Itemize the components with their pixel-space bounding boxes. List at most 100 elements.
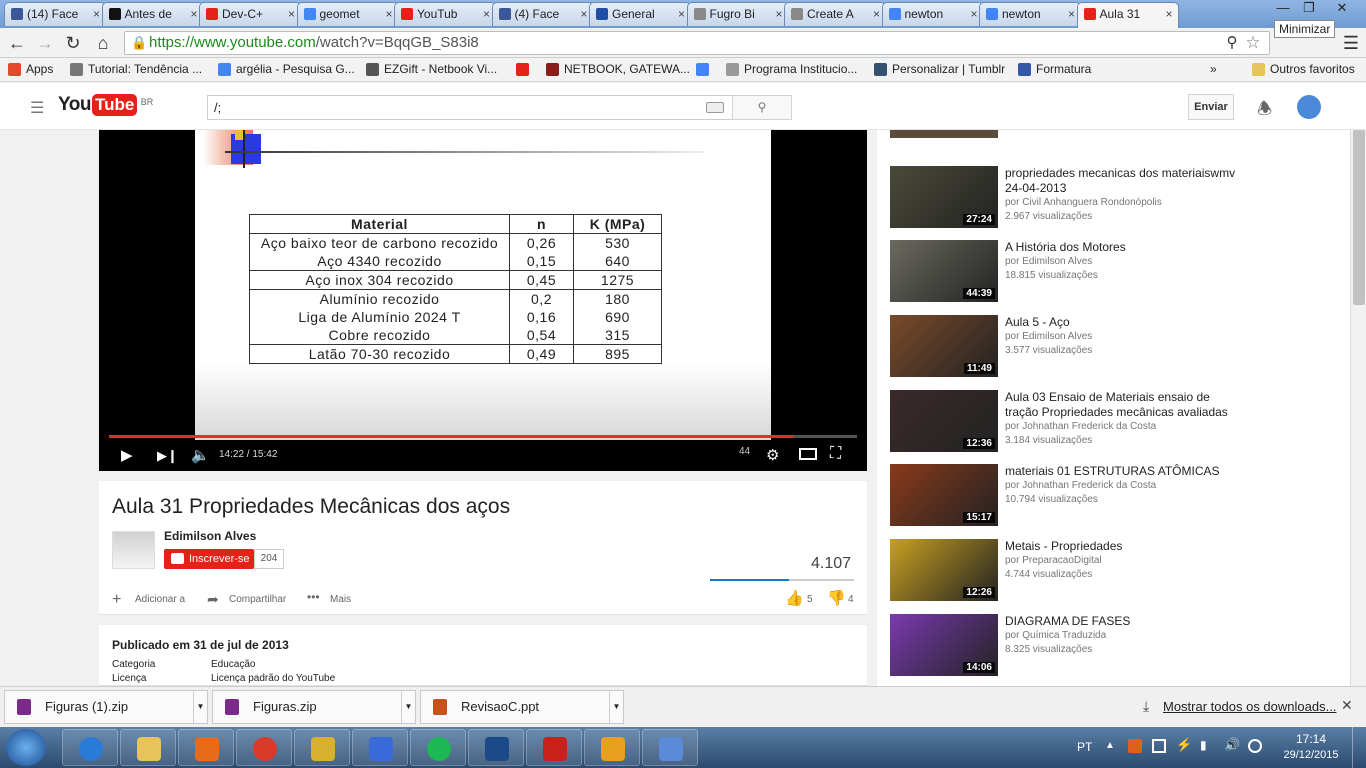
tab-close-icon[interactable]: × xyxy=(483,3,490,25)
tab-close-icon[interactable]: × xyxy=(385,3,392,25)
keyboard-icon[interactable] xyxy=(706,102,724,113)
start-button[interactable] xyxy=(6,729,46,766)
category-value[interactable]: Educação xyxy=(211,659,255,670)
download-item[interactable]: Figuras.zip ▼ xyxy=(212,690,416,724)
tray-power-icon[interactable]: ⚡ xyxy=(1176,737,1192,753)
taskbar-outlook-button[interactable] xyxy=(584,729,640,766)
add-icon[interactable]: + xyxy=(112,591,121,609)
taskbar-paint-button[interactable] xyxy=(642,729,698,766)
play-icon[interactable]: ▶ xyxy=(121,446,133,464)
show-all-downloads-link[interactable]: Mostrar todos os downloads... xyxy=(1163,699,1336,714)
subscribe-button[interactable]: Inscrever-se xyxy=(164,549,254,569)
bookmark-item[interactable]: Formatura xyxy=(1018,62,1091,76)
taskbar-internet-explorer-button[interactable] xyxy=(62,729,118,766)
tab-close-icon[interactable]: × xyxy=(288,3,295,25)
related-video-title[interactable]: Aula 03 Ensaio de Materiais ensaio de tr… xyxy=(1005,390,1240,420)
related-video-title[interactable]: propriedades mecanicas dos materiaiswmv … xyxy=(1005,166,1240,196)
taskbar-app-blue-button[interactable] xyxy=(352,729,408,766)
video-thumbnail[interactable]: 14:06 xyxy=(890,614,998,676)
related-video-title[interactable]: Metais - Propriedades xyxy=(1005,539,1240,554)
dislike-icon[interactable]: 👎 xyxy=(827,589,846,607)
bookmark-item[interactable]: Tutorial: Tendência ... xyxy=(70,62,202,76)
upload-button[interactable]: Enviar xyxy=(1188,94,1234,120)
progress-bar[interactable] xyxy=(109,435,857,438)
avatar[interactable] xyxy=(1297,95,1321,119)
clock-date[interactable]: 29/12/2015 xyxy=(1279,749,1343,761)
browser-tab[interactable]: geomet × xyxy=(296,2,399,26)
related-video-item[interactable]: 14:06 DIAGRAMA DE FASES por Química Traduz… xyxy=(890,614,1240,676)
tray-expand-icon[interactable]: ▲ xyxy=(1105,740,1115,751)
browser-tab[interactable]: General × xyxy=(589,2,691,26)
zoom-icon[interactable]: ⚲ xyxy=(1221,32,1243,54)
guide-menu-icon[interactable]: ☰ xyxy=(30,98,44,118)
video-thumbnail[interactable]: 44:39 xyxy=(890,240,998,302)
tray-flag-icon[interactable] xyxy=(1152,739,1166,753)
search-input[interactable]: /; xyxy=(207,95,733,120)
like-icon[interactable]: 👍 xyxy=(785,589,804,607)
taskbar-chrome-button[interactable] xyxy=(236,729,292,766)
taskbar-app-yellow-button[interactable] xyxy=(294,729,350,766)
related-video-item[interactable]: 12:26 Metais - Propriedades por Preparacao… xyxy=(890,539,1240,601)
browser-tab[interactable]: Fugro Bi × xyxy=(686,2,789,26)
window-close-button[interactable]: ✕ xyxy=(1324,0,1360,18)
fullscreen-icon[interactable]: ⛶ xyxy=(830,445,841,463)
browser-tab[interactable]: YouTub × xyxy=(394,2,496,26)
video-thumbnail[interactable]: 15:17 xyxy=(890,464,998,526)
speaker-icon[interactable]: 🔊 xyxy=(1224,737,1240,753)
close-downloads-icon[interactable]: ✕ xyxy=(1341,697,1353,714)
video-thumbnail[interactable]: 11:49 xyxy=(890,315,998,377)
tab-close-icon[interactable]: × xyxy=(970,3,977,25)
related-video-item[interactable]: 12:36 Aula 03 Ensaio de Materiais ensaio … xyxy=(890,390,1240,452)
tab-close-icon[interactable]: × xyxy=(93,3,100,25)
next-icon[interactable]: ▶❙ xyxy=(157,448,178,464)
tab-close-icon[interactable]: × xyxy=(873,3,880,25)
theater-mode-icon[interactable] xyxy=(799,448,817,460)
browser-tab[interactable]: (4) Face × xyxy=(491,2,594,26)
browser-tab[interactable]: newton × xyxy=(881,2,984,26)
taskbar-spotify-button[interactable] xyxy=(410,729,466,766)
bookmarks-overflow-button[interactable]: » xyxy=(1210,62,1217,76)
browser-tab[interactable]: (14) Face × xyxy=(4,2,106,26)
tray-app-icon[interactable] xyxy=(1128,739,1142,753)
tab-close-icon[interactable]: × xyxy=(190,3,197,25)
download-menu-arrow-icon[interactable]: ▼ xyxy=(609,691,623,723)
tray-sync-icon[interactable] xyxy=(1248,739,1262,753)
browser-tab[interactable]: Antes de × xyxy=(101,2,204,26)
tab-close-icon[interactable]: × xyxy=(1165,3,1172,25)
video-player[interactable]: Material n K (MPa) Aço baixo teor de car… xyxy=(99,130,867,471)
network-icon[interactable]: ▮ xyxy=(1200,738,1207,752)
browser-tab[interactable]: Aula 31 × xyxy=(1076,2,1179,28)
add-to-button[interactable]: Adicionar a xyxy=(135,594,185,605)
video-thumbnail[interactable]: 12:36 xyxy=(890,390,998,452)
taskbar-media-player-button[interactable] xyxy=(178,729,234,766)
clock-time[interactable]: 17:14 xyxy=(1283,732,1339,746)
bookmark-item[interactable]: argélia - Pesquisa G... xyxy=(218,62,355,76)
related-video-title[interactable]: A História dos Motores xyxy=(1005,240,1240,255)
home-icon[interactable]: ⌂ xyxy=(92,32,114,54)
star-icon[interactable]: ☆ xyxy=(1242,32,1264,54)
youtube-logo[interactable]: You Tube BR xyxy=(58,94,153,118)
back-icon[interactable]: ← xyxy=(6,32,28,54)
video-thumbnail[interactable]: 12:26 xyxy=(890,539,998,601)
bookmark-item[interactable]: EZGift - Netbook Vi... xyxy=(366,62,497,76)
related-video-title[interactable]: Aula 5 - Aço xyxy=(1005,315,1240,330)
related-video-item[interactable]: 27:24 propriedades mecanicas dos materiai… xyxy=(890,166,1240,228)
other-bookmarks-folder[interactable]: Outros favoritos xyxy=(1252,62,1355,76)
window-restore-button[interactable]: ❐ xyxy=(1296,0,1322,18)
notifications-bell-icon[interactable]: 🕭 xyxy=(1257,96,1272,125)
partial-thumbnail[interactable] xyxy=(890,130,998,138)
bookmark-item[interactable]: NETBOOK, GATEWA... xyxy=(546,62,690,76)
video-thumbnail[interactable]: 27:24 xyxy=(890,166,998,228)
taskbar-acrobat-button[interactable] xyxy=(526,729,582,766)
settings-gear-icon[interactable]: ⚙ xyxy=(766,446,779,464)
related-video-title[interactable]: DIAGRAMA DE FASES xyxy=(1005,614,1240,629)
tab-close-icon[interactable]: × xyxy=(580,3,587,25)
channel-name[interactable]: Edimilson Alves xyxy=(164,529,256,543)
browser-tab[interactable]: newton × xyxy=(979,2,1081,26)
bookmark-item[interactable]: Apps xyxy=(8,62,53,76)
more-button[interactable]: Mais xyxy=(330,594,351,605)
input-language[interactable]: PT xyxy=(1077,740,1092,754)
related-video-title[interactable]: materiais 01 ESTRUTURAS ATÔMICAS xyxy=(1005,464,1240,479)
channel-thumbnail[interactable] xyxy=(112,531,155,569)
tab-close-icon[interactable]: × xyxy=(678,3,685,25)
